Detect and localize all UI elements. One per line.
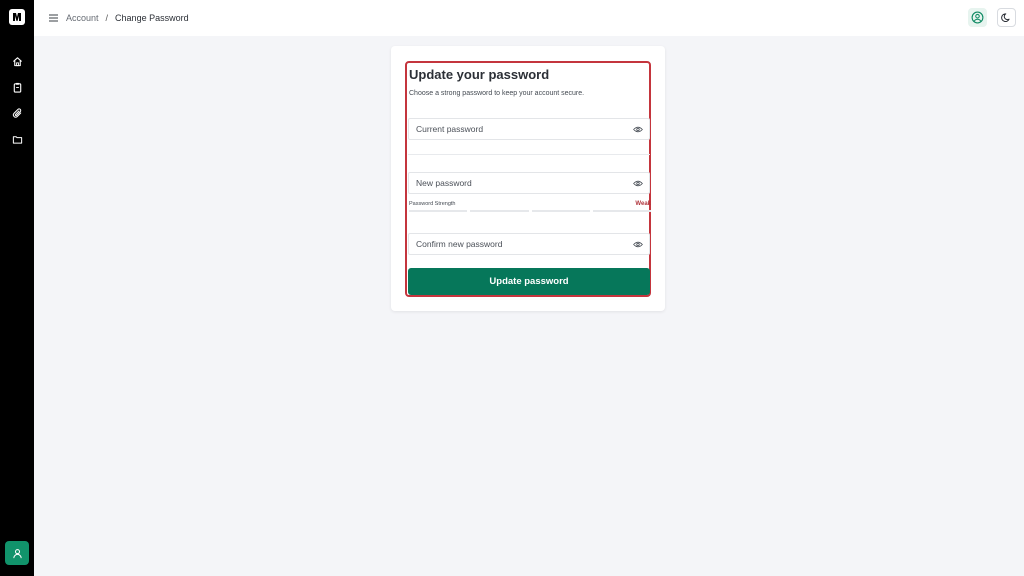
strength-bars	[409, 210, 651, 212]
strength-segment	[470, 210, 529, 212]
eye-icon	[633, 126, 643, 132]
show-new-password-toggle[interactable]	[631, 176, 645, 190]
breadcrumb-account[interactable]: Account	[66, 13, 99, 23]
account-button[interactable]	[968, 8, 987, 27]
breadcrumb-separator: /	[105, 13, 109, 23]
strength-segment	[531, 210, 590, 212]
show-current-password-toggle[interactable]	[631, 122, 645, 136]
top-actions	[968, 8, 1016, 27]
home-icon	[12, 56, 22, 66]
change-password-card: Update your password Choose a strong pas…	[391, 46, 665, 311]
form-subtitle: Choose a strong password to keep your ac…	[409, 90, 585, 97]
hamburger-icon	[48, 14, 58, 22]
strength-segment	[409, 210, 468, 212]
eye-icon	[633, 241, 643, 247]
show-confirm-password-toggle[interactable]	[631, 237, 645, 251]
update-password-button[interactable]: Update password	[408, 268, 650, 295]
moon-icon	[1001, 13, 1010, 23]
new-password-field	[408, 172, 650, 194]
strength-segment	[592, 210, 651, 212]
app-logo[interactable]	[9, 9, 25, 25]
logo-icon	[13, 13, 21, 21]
eye-icon	[633, 180, 643, 186]
menu-toggle-button[interactable]	[47, 12, 59, 24]
profile-button[interactable]	[5, 541, 29, 565]
breadcrumb-current: Change Password	[115, 13, 189, 23]
breadcrumb: Account / Change Password	[59, 13, 189, 23]
folder-icon	[12, 135, 22, 144]
current-password-field	[408, 118, 650, 140]
password-strength-label: Password Strength	[409, 201, 456, 207]
theme-toggle-button[interactable]	[997, 8, 1016, 27]
sidebar-item-home[interactable]	[7, 51, 27, 71]
confirm-password-input[interactable]	[416, 234, 631, 254]
password-strength-value: Weak	[635, 201, 651, 207]
sidebar	[0, 0, 34, 576]
user-circle-icon	[971, 11, 984, 24]
sidebar-item-attachments[interactable]	[7, 103, 27, 123]
password-strength-meter: Password Strength Weak	[409, 201, 651, 213]
sidebar-item-folder[interactable]	[7, 129, 27, 149]
clipboard-icon	[13, 82, 21, 93]
new-password-input[interactable]	[416, 173, 631, 193]
change-password-form: Update your password Choose a strong pas…	[405, 61, 651, 297]
sidebar-nav	[7, 51, 27, 149]
top-bar: Account / Change Password	[34, 0, 1024, 36]
confirm-password-field	[408, 233, 650, 255]
current-password-input[interactable]	[416, 119, 631, 139]
user-icon	[12, 548, 22, 558]
form-title: Update your password	[409, 67, 550, 82]
sidebar-item-clipboard[interactable]	[7, 77, 27, 97]
field-divider	[408, 154, 650, 155]
paperclip-icon	[12, 107, 21, 118]
